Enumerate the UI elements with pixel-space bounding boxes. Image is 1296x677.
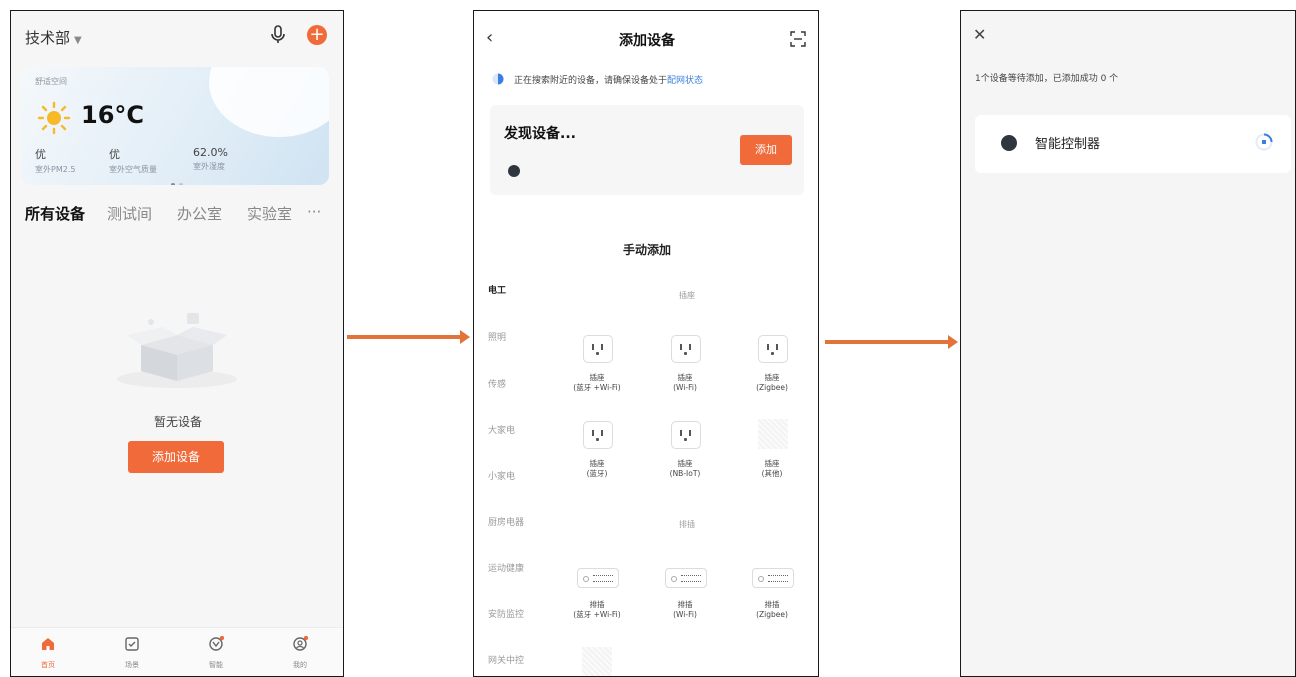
empty-box-illustration — [117, 313, 237, 388]
tabbar-item-smart[interactable]: 智能 — [191, 635, 241, 670]
family-name: 技术部 — [25, 29, 71, 47]
weather-stat: 62.0% 室外湿度 — [193, 146, 228, 172]
tabbar-item-home[interactable]: 首页 — [23, 636, 73, 670]
scene-icon — [125, 637, 139, 651]
weather-stat: 优 室外空气质量 — [109, 146, 157, 175]
device-label: 排插 (蓝牙 +Wi-Fi) — [573, 600, 621, 619]
tabbar-item-profile[interactable]: 我的 — [275, 635, 325, 670]
category-item[interactable]: 运动健康 — [488, 561, 524, 574]
found-device-icon[interactable] — [508, 165, 520, 177]
stat-label: 室外湿度 — [193, 162, 225, 171]
loading-spinner-icon — [1255, 133, 1273, 151]
home-icon — [42, 638, 54, 650]
outlet-icon[interactable] — [671, 421, 701, 449]
device-label: 插座 (蓝牙 +Wi-Fi) — [573, 373, 621, 392]
profile-icon — [293, 635, 309, 651]
add-found-button[interactable]: 添加 — [740, 135, 792, 165]
more-tabs-button[interactable]: ··· — [307, 203, 321, 221]
home-screen: 技术部 ▼ + 舒适空间 16°C 优 室外PM2.5 优 室外空气质量 62.… — [10, 10, 344, 677]
category-item[interactable]: 厨房电器 — [488, 515, 524, 528]
device-label: 插座 (蓝牙) — [586, 459, 608, 478]
family-selector[interactable]: 技术部 ▼ — [25, 27, 82, 48]
tab-test-room[interactable]: 测试间 — [107, 203, 152, 224]
room-label: 舒适空间 — [35, 77, 67, 86]
temperature: 16°C — [81, 101, 145, 129]
power-strip-icon[interactable] — [665, 568, 707, 588]
category-item[interactable]: 照明 — [488, 330, 506, 343]
pending-add-screen: ✕ 1个设备等待添加，已添加成功 0 个 智能控制器 — [960, 10, 1296, 677]
add-device-button[interactable]: 添加设备 — [128, 441, 224, 473]
device-icon — [1001, 135, 1017, 151]
stat-label: 室外空气质量 — [109, 165, 157, 174]
group-title-strip: 排插 — [679, 520, 695, 529]
outlet-icon[interactable] — [758, 335, 788, 363]
cloud-decoration — [209, 67, 329, 137]
outlet-icon[interactable] — [671, 335, 701, 363]
tabbar-label: 我的 — [293, 661, 307, 669]
category-item[interactable]: 网关中控 — [488, 653, 524, 666]
found-devices-card: 发现设备... 添加 — [490, 105, 804, 195]
outlet-icon[interactable] — [583, 421, 613, 449]
microphone-icon[interactable] — [269, 25, 287, 45]
caret-down-icon: ▼ — [74, 35, 82, 46]
weather-stat: 优 室外PM2.5 — [35, 146, 75, 175]
stat-value: 62.0% — [193, 146, 228, 159]
tabbar-label: 智能 — [209, 661, 223, 669]
outlet-icon[interactable] — [583, 335, 613, 363]
stat-label: 室外PM2.5 — [35, 165, 76, 174]
tabbar-item-scene[interactable]: 场景 — [107, 636, 157, 670]
manual-add-title: 手动添加 — [622, 243, 671, 257]
stat-value: 优 — [109, 148, 120, 161]
pairing-mode-link[interactable]: 配网状态 — [667, 76, 703, 86]
tab-office[interactable]: 办公室 — [177, 203, 222, 224]
placeholder-image[interactable] — [758, 419, 788, 449]
device-label: 插座 (其他) — [761, 459, 783, 478]
scan-icon[interactable] — [790, 31, 806, 47]
group-title-outlet: 插座 — [679, 291, 695, 300]
empty-state-text: 暂无设备 — [153, 415, 202, 429]
found-title: 发现设备... — [504, 126, 576, 142]
flow-arrow — [347, 330, 470, 344]
tabbar-label: 首页 — [41, 661, 55, 669]
placeholder-image[interactable] — [582, 647, 612, 676]
category-item[interactable]: 安防监控 — [488, 607, 524, 620]
device-label: 插座 (NB-IoT) — [669, 459, 701, 478]
flow-arrow — [825, 335, 958, 349]
device-label: 排插 (Zigbee) — [756, 600, 788, 619]
tabbar-label: 场景 — [125, 661, 139, 669]
carousel-indicator — [169, 172, 185, 185]
search-status: 正在搜索附近的设备，请确保设备处于配网状态 — [514, 73, 703, 86]
page-title: 添加设备 — [619, 33, 675, 49]
searching-loader-icon — [492, 73, 504, 85]
power-strip-icon[interactable] — [752, 568, 794, 588]
device-label: 插座 (Zigbee) — [756, 373, 788, 392]
sun-icon — [37, 101, 71, 135]
device-name: 智能控制器 — [1035, 137, 1101, 152]
category-item[interactable]: 大家电 — [488, 423, 515, 436]
tab-lab[interactable]: 实验室 — [247, 203, 292, 224]
category-item[interactable]: 传感 — [488, 377, 506, 390]
pending-status: 1个设备等待添加，已添加成功 0 个 — [975, 74, 1119, 84]
tab-all-devices[interactable]: 所有设备 — [25, 203, 85, 224]
add-plus-button[interactable]: + — [307, 25, 327, 45]
add-device-screen: ‹ 添加设备 正在搜索附近的设备，请确保设备处于配网状态 发现设备... 添加 … — [473, 10, 819, 677]
category-item[interactable]: 电工 — [488, 283, 506, 296]
bottom-tab-bar: 首页 场景 智能 我的 — [11, 627, 343, 676]
search-text: 正在搜索附近的设备，请确保设备处于 — [514, 76, 668, 86]
power-strip-icon[interactable] — [577, 568, 619, 588]
pending-device-card[interactable]: 智能控制器 — [975, 115, 1291, 173]
smart-icon — [209, 635, 225, 651]
category-item[interactable]: 小家电 — [488, 469, 515, 482]
device-label: 插座 (Wi-Fi) — [673, 373, 697, 392]
weather-card[interactable]: 舒适空间 16°C 优 室外PM2.5 优 室外空气质量 62.0% 室外湿度 — [21, 67, 329, 185]
close-icon[interactable]: ✕ — [973, 25, 986, 44]
device-label: 排插 (Wi-Fi) — [673, 600, 697, 619]
stat-value: 优 — [35, 148, 46, 161]
